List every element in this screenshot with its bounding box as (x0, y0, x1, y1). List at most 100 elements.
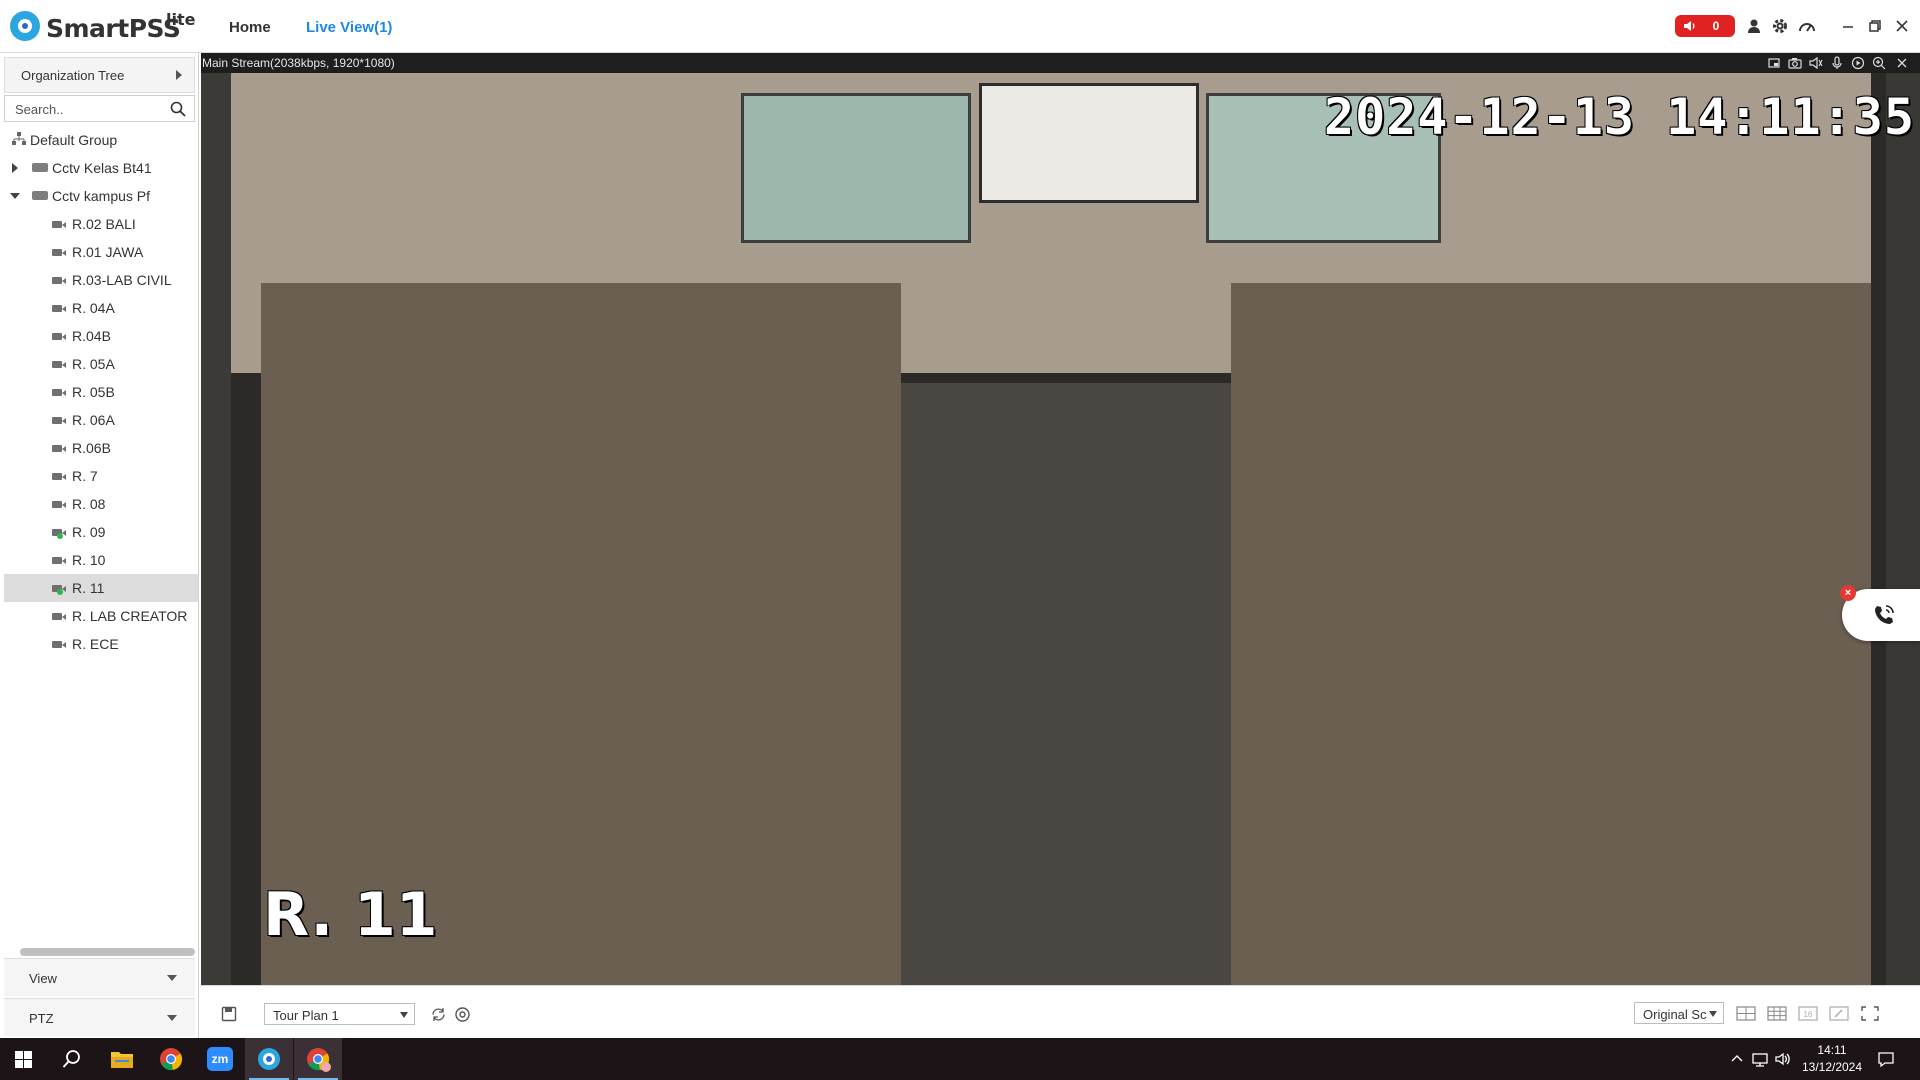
tree-item-camera[interactable]: R. 08 (4, 490, 198, 518)
app-edition: lite (166, 10, 196, 29)
collapse-caret-icon[interactable] (10, 193, 20, 199)
camera-icon (52, 444, 66, 452)
organization-tree-header[interactable]: Organization Tree (4, 57, 195, 93)
camera-icon (52, 612, 66, 620)
tree-item-camera[interactable]: R.03-LAB CIVIL (4, 266, 198, 294)
search-input[interactable] (15, 100, 165, 118)
osd-channel-name: R. 11 (263, 880, 438, 950)
tree-item-camera[interactable]: R.01 JAWA (4, 238, 198, 266)
system-clock[interactable]: 14:11 13/12/2024 (1780, 1042, 1884, 1076)
restore-icon[interactable] (1866, 17, 1884, 35)
save-view-icon[interactable] (221, 1006, 237, 1022)
tree-item-camera[interactable]: R. 06A (4, 406, 198, 434)
layout-split-16-icon[interactable]: 16 (1798, 1006, 1818, 1021)
taskbar-smartpss[interactable] (245, 1038, 293, 1080)
window-icon[interactable] (1767, 56, 1781, 70)
tree-item-label: R. 11 (72, 580, 105, 596)
chevron-up-icon[interactable] (1728, 1050, 1746, 1068)
snapshot-icon[interactable] (1788, 56, 1802, 70)
tree-item-camera[interactable]: R.04B (4, 322, 198, 350)
camera-icon (52, 304, 66, 312)
close-icon[interactable] (1895, 56, 1909, 70)
clock-date: 13/12/2024 (1801, 1060, 1863, 1074)
audio-icon[interactable] (1809, 56, 1823, 70)
tree-item-device[interactable]: Cctv kampus Pf (4, 182, 198, 210)
close-icon[interactable]: × (1840, 585, 1856, 601)
scale-mode-value: Original Sc (1643, 1007, 1707, 1022)
tour-plan-value: Tour Plan 1 (273, 1008, 339, 1023)
ptz-panel-toggle[interactable]: PTZ (4, 998, 195, 1036)
alarm-count: 0 (1712, 19, 1720, 33)
layout-split-9-icon[interactable] (1767, 1006, 1787, 1021)
view-panel-toggle[interactable]: View (4, 958, 195, 996)
settings-gear-icon[interactable] (1771, 17, 1789, 35)
custom-layout-edit-icon[interactable] (1829, 1006, 1849, 1021)
phone-call-icon (1875, 605, 1894, 624)
svg-text:16: 16 (1804, 1010, 1813, 1019)
projector-screen (979, 83, 1199, 203)
chrome-icon (160, 1048, 183, 1071)
camera-icon (52, 640, 66, 648)
tree-item-camera[interactable]: R.06B (4, 434, 198, 462)
user-icon[interactable] (1745, 17, 1763, 35)
whiteboard-left (741, 93, 971, 243)
camera-icon (52, 472, 66, 480)
expand-caret-icon[interactable] (12, 163, 18, 173)
tree-item-camera[interactable]: R. ECE (4, 630, 198, 658)
tree-item-camera[interactable]: R. 05A (4, 350, 198, 378)
tree-item-label: R. 05A (72, 356, 115, 372)
taskbar-file-explorer[interactable] (98, 1038, 146, 1080)
performance-gauge-icon[interactable] (1798, 17, 1816, 35)
tree-item-camera-selected[interactable]: R. 11 (4, 574, 198, 602)
tree-item-camera[interactable]: R. 09 (4, 518, 198, 546)
record-icon[interactable] (1851, 56, 1865, 70)
tree-item-camera[interactable]: R. LAB CREATOR (4, 602, 198, 630)
windows-start-button[interactable] (0, 1038, 48, 1080)
tree-item-camera[interactable]: R. 04A (4, 294, 198, 322)
camera-video-feed[interactable]: 2024-12-13 14:11:35 R. 11 (201, 73, 1920, 985)
tour-settings-icon[interactable] (454, 1006, 471, 1023)
live-view-toolbar: Tour Plan 1 Original Sc 16 (201, 985, 1920, 1038)
search-box (4, 95, 195, 122)
nvr-device-icon (32, 191, 48, 200)
tree-item-label: R.03-LAB CIVIL (72, 272, 172, 288)
chevron-down-icon (167, 975, 177, 981)
alarm-indicator[interactable]: 0 (1675, 15, 1735, 37)
zoom-app-icon: zm (207, 1047, 233, 1071)
taskbar-chrome[interactable] (147, 1038, 195, 1080)
nav-live-view-tab[interactable]: Live View(1) (306, 19, 392, 36)
network-icon[interactable] (1751, 1050, 1769, 1068)
call-widget[interactable]: × (1840, 585, 1920, 641)
zoom-icon[interactable] (1872, 56, 1886, 70)
search-icon[interactable] (170, 101, 186, 117)
dropdown-arrow-icon (400, 1012, 408, 1018)
speaker-icon (1684, 21, 1695, 31)
fullscreen-icon[interactable] (1860, 1006, 1880, 1021)
organization-tree-label: Organization Tree (21, 68, 125, 83)
chrome-profile-icon (307, 1048, 331, 1072)
notification-center-icon[interactable] (1877, 1050, 1895, 1068)
tour-plan-select[interactable]: Tour Plan 1 (264, 1003, 415, 1025)
camera-icon (52, 416, 66, 424)
minimize-icon[interactable] (1839, 17, 1857, 35)
tree-item-camera[interactable]: R. 10 (4, 546, 198, 574)
layout-split-1-icon[interactable] (1736, 1006, 1756, 1021)
close-window-icon[interactable] (1893, 17, 1911, 35)
file-explorer-icon (111, 1052, 133, 1068)
tree-item-device[interactable]: Cctv Kelas Bt41 (4, 154, 198, 182)
tree-item-label: R. 04A (72, 300, 115, 316)
tree-item-camera[interactable]: R. 05B (4, 378, 198, 406)
taskbar-chrome-profile[interactable] (294, 1038, 342, 1080)
app-name: SmartPSS (46, 14, 181, 43)
scale-mode-select[interactable]: Original Sc (1634, 1002, 1724, 1024)
tree-item-camera[interactable]: R. 7 (4, 462, 198, 490)
tree-item-default-group[interactable]: Default Group (4, 126, 198, 154)
tree-item-camera[interactable]: R.02 BALI (4, 210, 198, 238)
nav-home-tab[interactable]: Home (229, 19, 271, 36)
talk-icon[interactable] (1830, 56, 1844, 70)
video-border-right (1886, 73, 1920, 985)
tour-start-icon[interactable] (430, 1006, 447, 1023)
taskbar-zoom[interactable]: zm (196, 1038, 244, 1080)
taskbar-search-button[interactable] (48, 1038, 96, 1080)
horizontal-scrollbar[interactable] (20, 948, 195, 956)
